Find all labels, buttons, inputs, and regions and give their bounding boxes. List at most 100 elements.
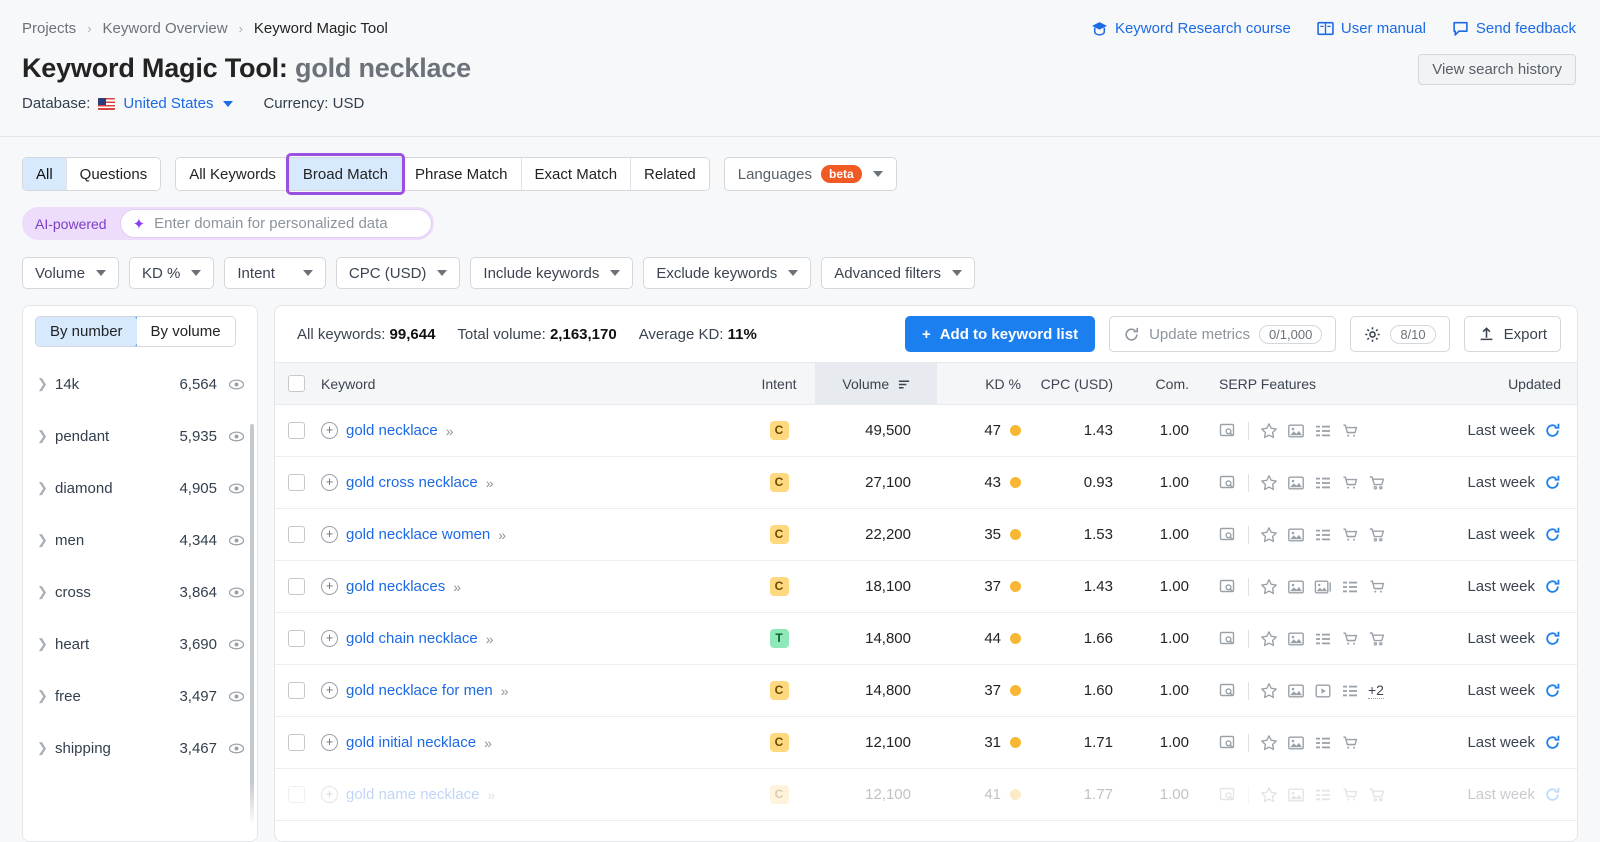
reviews-icon[interactable] <box>1260 734 1278 752</box>
sidebar-group-item[interactable]: ❯14k6,564 <box>23 358 257 410</box>
tab-all[interactable]: All <box>23 158 67 190</box>
languages-dropdown[interactable]: Languages beta <box>724 157 897 191</box>
image-icon[interactable] <box>1287 526 1305 544</box>
keyword-expand-icon[interactable]: » <box>501 683 507 699</box>
serp-more-count[interactable]: +2 <box>1368 682 1384 699</box>
keyword-expand-icon[interactable]: » <box>486 631 492 647</box>
image-icon[interactable] <box>1287 422 1305 440</box>
eye-icon[interactable] <box>228 480 245 497</box>
chevron-right-icon[interactable]: ❯ <box>37 428 55 444</box>
keyword-expand-icon[interactable]: » <box>487 787 493 803</box>
keyword-expand-icon[interactable]: » <box>486 475 492 491</box>
image-icon[interactable] <box>1287 682 1305 700</box>
keyword-expand-icon[interactable]: » <box>484 735 490 751</box>
breadcrumb-projects[interactable]: Projects <box>22 20 76 37</box>
breadcrumb-keyword-overview[interactable]: Keyword Overview <box>103 20 228 37</box>
header-intent[interactable]: Intent <box>743 363 815 405</box>
sidebar-scrollbar[interactable] <box>250 424 254 824</box>
featured-snippet-icon[interactable] <box>1219 682 1237 700</box>
filter-exclude-keywords[interactable]: Exclude keywords <box>643 257 811 289</box>
row-refresh-icon[interactable] <box>1544 526 1561 543</box>
table-row[interactable]: +gold necklace»C49,500471.431.00Last wee… <box>275 405 1577 457</box>
reviews-icon[interactable] <box>1260 682 1278 700</box>
header-cpc[interactable]: CPC (USD) <box>1029 363 1121 405</box>
cart-icon[interactable] <box>1368 630 1386 648</box>
sitelinks-icon[interactable] <box>1314 734 1332 752</box>
add-keyword-icon[interactable]: + <box>321 630 338 647</box>
featured-snippet-icon[interactable] <box>1219 630 1237 648</box>
add-keyword-icon[interactable]: + <box>321 734 338 751</box>
keyword-expand-icon[interactable]: » <box>446 423 452 439</box>
tab-phrase-match[interactable]: Phrase Match <box>402 158 522 190</box>
shopping-icon[interactable] <box>1341 630 1359 648</box>
row-checkbox[interactable] <box>288 786 305 803</box>
header-com[interactable]: Com. <box>1121 363 1197 405</box>
filter-cpc[interactable]: CPC (USD) <box>336 257 461 289</box>
eye-icon[interactable] <box>228 636 245 653</box>
featured-snippet-icon[interactable] <box>1219 578 1237 596</box>
row-checkbox[interactable] <box>288 422 305 439</box>
row-refresh-icon[interactable] <box>1544 682 1561 699</box>
featured-snippet-icon[interactable] <box>1219 526 1237 544</box>
sidebar-by-volume-button[interactable]: By volume <box>137 317 235 346</box>
image-icon[interactable] <box>1287 734 1305 752</box>
sitelinks-icon[interactable] <box>1341 682 1359 700</box>
sitelinks-icon[interactable] <box>1314 630 1332 648</box>
chevron-right-icon[interactable]: ❯ <box>37 740 55 756</box>
filter-include-keywords[interactable]: Include keywords <box>470 257 633 289</box>
shopping-icon[interactable] <box>1341 526 1359 544</box>
eye-icon[interactable] <box>228 740 245 757</box>
chevron-right-icon[interactable]: ❯ <box>37 480 55 496</box>
keyword-link[interactable]: gold necklace <box>346 422 438 439</box>
keyword-link[interactable]: gold name necklace <box>346 786 479 803</box>
row-refresh-icon[interactable] <box>1544 630 1561 647</box>
add-keyword-icon[interactable]: + <box>321 526 338 543</box>
intent-badge[interactable]: C <box>770 733 789 752</box>
header-kd[interactable]: KD % <box>937 363 1029 405</box>
header-updated[interactable]: Updated <box>1429 363 1577 405</box>
reviews-icon[interactable] <box>1260 630 1278 648</box>
chevron-down-icon[interactable] <box>223 101 233 107</box>
sitelinks-icon[interactable] <box>1314 474 1332 492</box>
intent-badge[interactable]: T <box>770 629 789 648</box>
sitelinks-icon[interactable] <box>1314 526 1332 544</box>
add-keyword-icon[interactable]: + <box>321 474 338 491</box>
tab-related[interactable]: Related <box>631 158 709 190</box>
featured-snippet-icon[interactable] <box>1219 734 1237 752</box>
sidebar-group-item[interactable]: ❯heart3,690 <box>23 618 257 670</box>
intent-badge[interactable]: C <box>770 421 789 440</box>
keyword-link[interactable]: gold initial necklace <box>346 734 476 751</box>
shopping-icon[interactable] <box>1341 422 1359 440</box>
domain-input-wrapper[interactable]: ✦ Enter domain for personalized data <box>120 209 432 238</box>
keyword-expand-icon[interactable]: » <box>453 579 459 595</box>
sidebar-group-item[interactable]: ❯diamond4,905 <box>23 462 257 514</box>
keyword-link[interactable]: gold cross necklace <box>346 474 478 491</box>
add-keyword-icon[interactable]: + <box>321 578 338 595</box>
sidebar-by-number-button[interactable]: By number <box>35 316 138 347</box>
reviews-icon[interactable] <box>1260 526 1278 544</box>
filter-advanced[interactable]: Advanced filters <box>821 257 975 289</box>
sidebar-group-item[interactable]: ❯free3,497 <box>23 670 257 722</box>
tab-all-keywords[interactable]: All Keywords <box>176 158 290 190</box>
chevron-right-icon[interactable]: ❯ <box>37 688 55 704</box>
intent-badge[interactable]: C <box>770 785 789 804</box>
row-checkbox[interactable] <box>288 526 305 543</box>
sidebar-group-item[interactable]: ❯pendant5,935 <box>23 410 257 462</box>
chevron-right-icon[interactable]: ❯ <box>37 636 55 652</box>
cart-icon[interactable] <box>1368 786 1386 804</box>
database-value[interactable]: United States <box>123 95 213 112</box>
chevron-right-icon[interactable]: ❯ <box>37 532 55 548</box>
sitelinks-icon[interactable] <box>1341 578 1359 596</box>
reviews-icon[interactable] <box>1260 474 1278 492</box>
row-refresh-icon[interactable] <box>1544 422 1561 439</box>
eye-icon[interactable] <box>228 376 245 393</box>
eye-icon[interactable] <box>228 584 245 601</box>
table-row[interactable]: +gold necklace for men»C14,800371.601.00… <box>275 665 1577 717</box>
tab-broad-match[interactable]: Broad Match <box>290 158 402 190</box>
image-icon[interactable] <box>1287 786 1305 804</box>
eye-icon[interactable] <box>228 532 245 549</box>
reviews-icon[interactable] <box>1260 786 1278 804</box>
shopping-icon[interactable] <box>1341 734 1359 752</box>
table-row[interactable]: +gold name necklace»C12,100411.771.00Las… <box>275 769 1577 821</box>
send-feedback-link[interactable]: Send feedback <box>1452 20 1576 37</box>
